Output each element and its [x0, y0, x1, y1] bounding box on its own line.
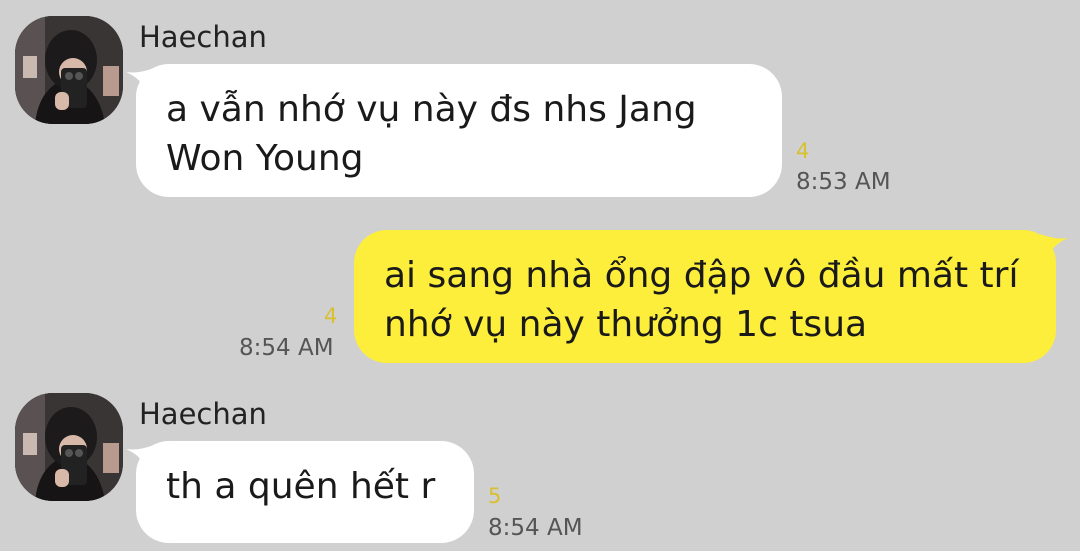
message-bubble[interactable]: th a quên hết r — [136, 441, 474, 543]
message-bubble[interactable]: a vẫn nhớ vụ này đs nhs Jang Won Young — [136, 64, 782, 197]
unread-count: 4 — [796, 139, 810, 163]
sender-name: Haechan — [139, 397, 267, 431]
profile-photo-icon — [15, 393, 123, 501]
sender-avatar[interactable] — [15, 393, 123, 501]
message-bubble[interactable]: ai sang nhà ổng đập vô đầu mất trí nhớ v… — [354, 230, 1056, 363]
unread-count: 4 — [324, 304, 338, 328]
message-timestamp: 8:53 AM — [796, 169, 891, 195]
message-timestamp: 8:54 AM — [239, 335, 334, 361]
bubble-tail — [1040, 234, 1068, 256]
sender-name: Haechan — [139, 20, 267, 54]
sender-avatar[interactable] — [15, 16, 123, 124]
profile-photo-icon — [15, 16, 123, 124]
unread-count: 5 — [488, 484, 502, 508]
message-timestamp: 8:54 AM — [488, 515, 583, 541]
